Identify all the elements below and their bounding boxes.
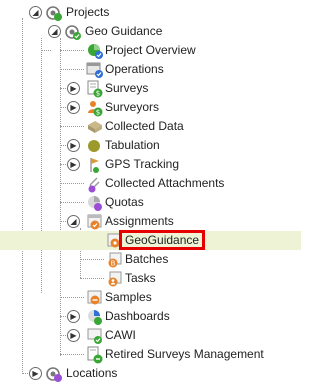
batches-icon: B bbox=[106, 251, 124, 269]
tabulation-dot-icon bbox=[86, 137, 104, 155]
expand-toggle-gps-tracking[interactable]: ▶ bbox=[67, 158, 80, 171]
svg-text:$: $ bbox=[96, 109, 100, 117]
tree-label-samples: Samples bbox=[105, 290, 152, 304]
collapse-toggle-geo-guidance[interactable]: ◢ bbox=[48, 25, 61, 38]
expand-toggle-cawi[interactable]: ▶ bbox=[67, 329, 80, 342]
tree-label-gps-tracking: GPS Tracking bbox=[105, 157, 180, 171]
tree-item-quotas[interactable]: Quotas bbox=[0, 193, 301, 212]
collapse-toggle-projects[interactable]: ◢ bbox=[29, 6, 42, 19]
tree-item-gps-tracking[interactable]: ▶ GPS Tracking bbox=[0, 155, 301, 174]
dashboard-icon bbox=[86, 308, 104, 326]
tree-item-collected-data[interactable]: Collected Data bbox=[0, 117, 301, 136]
database-icon bbox=[86, 118, 104, 136]
tree-label-locations: Locations bbox=[66, 366, 118, 380]
tree-item-surveyors[interactable]: ▶ $ Surveyors bbox=[0, 98, 301, 117]
project-check-icon bbox=[64, 23, 82, 41]
tree-item-samples[interactable]: Samples bbox=[0, 288, 301, 307]
tree-label-tasks: Tasks bbox=[125, 271, 156, 285]
tree-node-locations[interactable]: ▶ Locations bbox=[0, 364, 301, 383]
quota-pie-icon bbox=[86, 194, 104, 212]
tree-label-assignments: Assignments bbox=[105, 214, 174, 228]
tree-label-projects: Projects bbox=[66, 5, 110, 19]
tree-item-assignments[interactable]: ◢ Assignments bbox=[0, 212, 301, 231]
expand-toggle-surveyors[interactable]: ▶ bbox=[67, 101, 80, 114]
tree-node-projects[interactable]: ◢ Projects bbox=[0, 3, 301, 22]
tree-item-batches[interactable]: B Batches bbox=[0, 250, 301, 269]
paperclip-icon bbox=[86, 175, 104, 193]
tree-item-operations[interactable]: Operations bbox=[0, 60, 301, 79]
tree-item-dashboards[interactable]: ▶ Dashboards bbox=[0, 307, 301, 326]
tree-label-operations: Operations bbox=[105, 62, 164, 76]
cawi-icon bbox=[86, 327, 104, 345]
retired-surveys-icon bbox=[86, 346, 104, 364]
svg-text:$: $ bbox=[96, 90, 100, 98]
tree-label-project-overview: Project Overview bbox=[105, 43, 196, 57]
projects-folder-icon bbox=[45, 4, 63, 22]
expand-toggle-tabulation[interactable]: ▶ bbox=[67, 139, 80, 152]
tree-label-collected-attachments: Collected Attachments bbox=[105, 176, 225, 190]
tree-item-cawi[interactable]: ▶ CAWI bbox=[0, 326, 301, 345]
assignments-calendar-icon bbox=[86, 213, 104, 231]
tree-item-project-overview[interactable]: Project Overview bbox=[0, 41, 301, 60]
tree-item-tasks[interactable]: Tasks bbox=[0, 269, 301, 288]
tree-label-surveyors: Surveyors bbox=[105, 100, 160, 114]
tree-label-surveys: Surveys bbox=[105, 81, 149, 95]
tasks-icon bbox=[106, 270, 124, 288]
operations-window-icon bbox=[86, 61, 104, 79]
tree-item-tabulation[interactable]: ▶ Tabulation bbox=[0, 136, 301, 155]
tree-label-retired-surveys: Retired Surveys Management bbox=[105, 347, 264, 361]
tree-label-collected-data: Collected Data bbox=[105, 119, 184, 133]
expand-toggle-surveys[interactable]: ▶ bbox=[67, 82, 80, 95]
tree-item-geoguidance[interactable]: GeoGuidance bbox=[0, 230, 301, 250]
tree-label-batches: Batches bbox=[125, 252, 169, 266]
tree-label-geoguidance: GeoGuidance bbox=[118, 230, 206, 250]
tree-item-surveys[interactable]: ▶ $ Surveys bbox=[0, 79, 301, 98]
tree-label-cawi: CAWI bbox=[105, 328, 136, 342]
gps-pin-icon bbox=[86, 156, 104, 174]
svg-text:B: B bbox=[111, 260, 116, 268]
tree-item-retired-surveys[interactable]: Retired Surveys Management bbox=[0, 345, 301, 364]
tree-item-collected-attachments[interactable]: Collected Attachments bbox=[0, 174, 301, 193]
tree-label-tabulation: Tabulation bbox=[105, 138, 160, 152]
tree-label-geo-guidance: Geo Guidance bbox=[85, 24, 163, 38]
pie-overview-icon bbox=[86, 42, 104, 60]
expand-toggle-dashboards[interactable]: ▶ bbox=[67, 310, 80, 323]
collapse-toggle-assignments[interactable]: ◢ bbox=[67, 215, 80, 228]
locations-icon bbox=[45, 365, 63, 383]
samples-icon bbox=[86, 289, 104, 307]
tree-label-dashboards: Dashboards bbox=[105, 309, 170, 323]
surveyor-person-icon: $ bbox=[86, 99, 104, 117]
tree-label-quotas: Quotas bbox=[105, 195, 144, 209]
tree-node-geo-guidance[interactable]: ◢ Geo Guidance bbox=[0, 22, 301, 41]
expand-toggle-locations[interactable]: ▶ bbox=[29, 367, 42, 380]
survey-document-icon: $ bbox=[86, 80, 104, 98]
